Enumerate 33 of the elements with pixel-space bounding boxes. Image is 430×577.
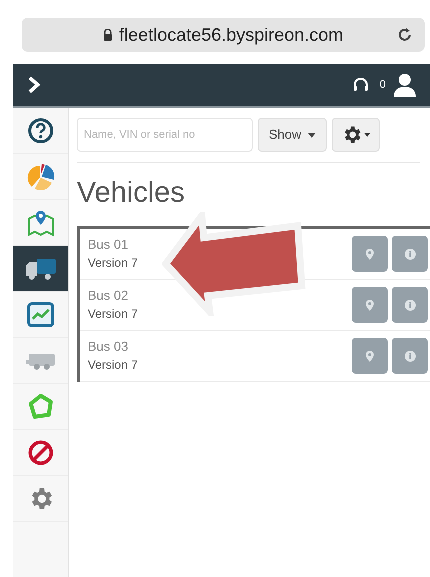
vehicle-name: Bus 01 [88,236,130,254]
caret-icon [308,132,316,138]
chevron-right-icon[interactable] [27,76,41,94]
search-field[interactable]: Name, VIN or serial no [77,118,253,152]
url-text: fleetlocate56.byspireon.com [119,24,344,47]
info-icon [404,300,416,310]
vehicle-name: Bus 02 [88,287,130,305]
sidebar-item[interactable] [13,246,68,292]
caret-icon [364,133,371,137]
map-pin-icon [26,208,56,236]
show-button[interactable]: Show [258,118,327,152]
pie-chart-icon [26,162,56,192]
address-bar[interactable]: fleetlocate56.byspireon.com [22,18,425,52]
help-icon [28,118,54,144]
map-pin-icon [366,300,374,310]
reload-icon[interactable] [397,27,413,43]
lock-icon [103,29,114,41]
info-icon [404,350,416,362]
vehicle-version: Version 7 [88,306,140,323]
line-chart-icon [26,302,54,328]
user-icon[interactable] [394,73,416,97]
vehicle-version: Version 7 [88,255,140,272]
map-pin-icon [366,248,374,260]
vehicle-version: Version 7 [88,357,140,374]
vehicle-name: Bus 03 [88,338,130,356]
settings-button[interactable] [332,118,380,152]
notification-count: 0 [380,78,386,93]
geofence-icon [26,392,54,420]
headset-icon[interactable] [352,76,370,94]
page-title: Vehicles [77,179,186,208]
info-icon [404,248,416,260]
prohibited-icon [26,438,54,466]
map-pin-icon [366,350,374,362]
